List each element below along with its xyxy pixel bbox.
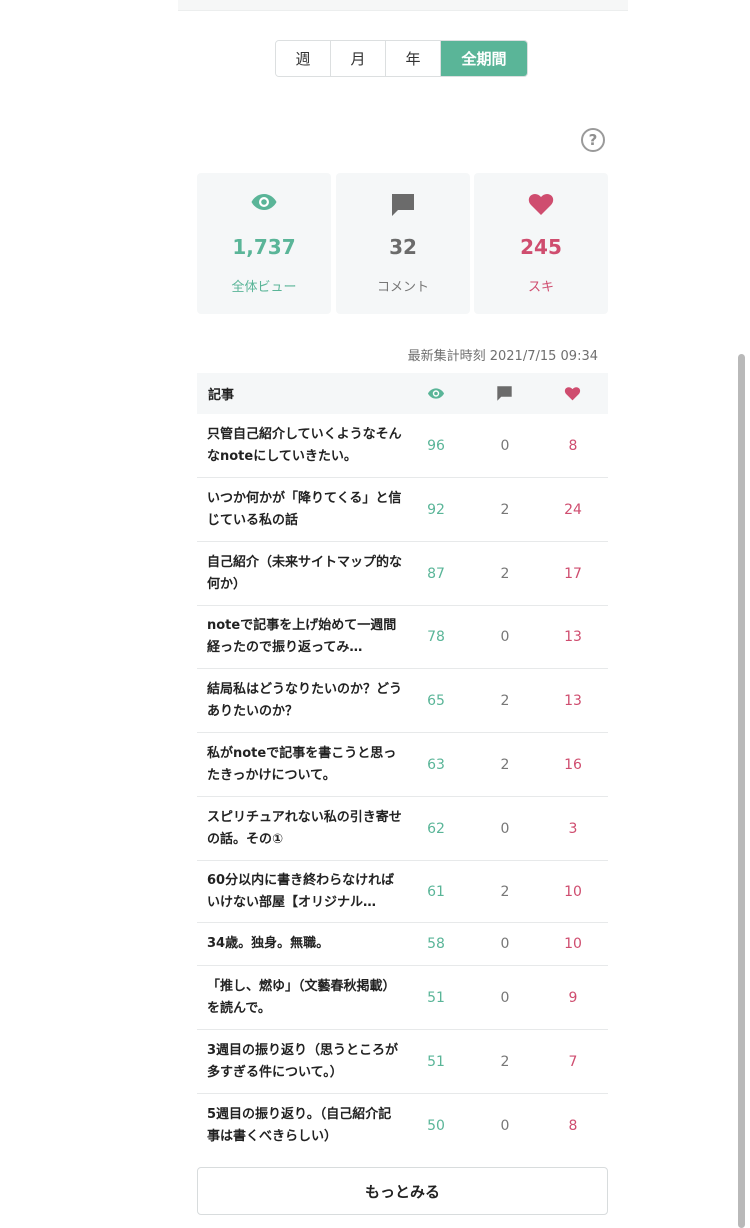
summary-stats: 1,737 全体ビュー 32 コメント 245 スキ xyxy=(197,173,608,314)
article-comments: 2 xyxy=(500,883,510,900)
article-title[interactable]: 私がnoteで記事を書こうと思ったきっかけについて。 xyxy=(207,743,402,787)
article-likes: 10 xyxy=(564,883,582,900)
table-row[interactable]: noteで記事を上げ始めて一週間経ったので振り返ってみ… 78 0 13 xyxy=(197,606,608,669)
article-likes: 24 xyxy=(564,501,582,518)
period-tabs: 週 月 年 全期間 xyxy=(275,40,528,77)
article-likes: 9 xyxy=(568,989,578,1006)
table-row[interactable]: 5週目の振り返り。（自己紹介記事は書くべきらしい） 50 0 8 xyxy=(197,1094,608,1157)
comments-total: 32 xyxy=(389,235,417,259)
article-views: 78 xyxy=(427,629,445,645)
article-title[interactable]: 結局私はどうなりたいのか？どうありたいのか？ xyxy=(207,679,402,723)
article-comments: 2 xyxy=(500,501,510,518)
table-row[interactable]: 「推し、燃ゆ」（文藝春秋掲載）を読んで。 51 0 9 xyxy=(197,966,608,1030)
top-panel-edge xyxy=(178,0,628,11)
article-title[interactable]: 3週目の振り返り（思うところが多すぎる件について。） xyxy=(207,1040,402,1084)
heart-icon xyxy=(528,193,554,215)
article-likes: 13 xyxy=(564,629,582,645)
article-comments: 0 xyxy=(500,936,510,952)
article-comments: 2 xyxy=(500,1053,510,1070)
article-views: 61 xyxy=(427,883,445,900)
tab-all-time[interactable]: 全期間 xyxy=(441,41,527,76)
likes-total: 245 xyxy=(520,235,562,259)
table-row[interactable]: 34歳。独身。無職。 58 0 10 xyxy=(197,923,608,966)
article-title[interactable]: スピリチュアれない私の引き寄せの話。その① xyxy=(207,807,402,851)
article-comments: 0 xyxy=(500,820,510,837)
article-comments: 2 xyxy=(500,756,510,773)
article-views: 62 xyxy=(427,820,445,837)
table-row[interactable]: 結局私はどうなりたいのか？どうありたいのか？ 65 2 13 xyxy=(197,669,608,733)
article-comments: 2 xyxy=(500,692,510,709)
scrollbar[interactable] xyxy=(738,354,745,1228)
article-views: 51 xyxy=(427,1053,445,1070)
comments-summary: 32 コメント xyxy=(336,173,470,314)
article-likes: 3 xyxy=(568,820,578,837)
table-row[interactable]: スピリチュアれない私の引き寄せの話。その① 62 0 3 xyxy=(197,797,608,861)
article-comments: 2 xyxy=(500,565,510,582)
article-title[interactable]: 「推し、燃ゆ」（文藝春秋掲載）を読んで。 xyxy=(207,976,402,1020)
article-likes: 7 xyxy=(568,1053,578,1070)
views-summary: 1,737 全体ビュー xyxy=(197,173,331,314)
article-likes: 16 xyxy=(564,756,582,773)
article-title[interactable]: 自己紹介（未来サイトマップ的な何か） xyxy=(207,552,402,596)
tab-week[interactable]: 週 xyxy=(276,41,331,76)
article-title[interactable]: 5週目の振り返り。（自己紹介記事は書くべきらしい） xyxy=(207,1104,402,1148)
table-row[interactable]: 只管自己紹介していくようなそんなnoteにしていきたい。 96 0 8 xyxy=(197,414,608,478)
article-views: 92 xyxy=(427,501,445,518)
last-updated: 最新集計時刻 2021/7/15 09:34 xyxy=(407,349,598,364)
article-title[interactable]: 60分以内に書き終わらなければいけない部屋【オリジナル… xyxy=(207,870,402,914)
heart-icon xyxy=(564,387,581,401)
article-views: 63 xyxy=(427,756,445,773)
article-likes: 8 xyxy=(568,1117,578,1134)
question-circle-icon[interactable]: ? xyxy=(581,128,605,152)
article-likes: 13 xyxy=(564,692,582,709)
article-title[interactable]: いつか何かが「降りてくる」と信じている私の話 xyxy=(207,488,402,532)
table-header: 記事 xyxy=(197,373,608,414)
article-views: 50 xyxy=(427,1117,445,1134)
likes-label: スキ xyxy=(527,280,554,295)
table-row[interactable]: 自己紹介（未来サイトマップ的な何か） 87 2 17 xyxy=(197,542,608,606)
comment-icon xyxy=(392,194,414,216)
eye-icon xyxy=(427,388,445,399)
article-likes: 10 xyxy=(564,936,582,952)
column-title-article: 記事 xyxy=(208,388,235,403)
article-views: 96 xyxy=(427,437,445,454)
article-views: 58 xyxy=(427,936,445,952)
table-row[interactable]: 3週目の振り返り（思うところが多すぎる件について。） 51 2 7 xyxy=(197,1030,608,1094)
table-row[interactable]: 60分以内に書き終わらなければいけない部屋【オリジナル… 61 2 10 xyxy=(197,861,608,923)
article-comments: 0 xyxy=(500,629,510,645)
article-comments: 0 xyxy=(500,1117,510,1134)
likes-summary: 245 スキ xyxy=(474,173,608,314)
views-total: 1,737 xyxy=(232,235,296,259)
views-label: 全体ビュー xyxy=(231,280,297,295)
article-title[interactable]: 34歳。独身。無職。 xyxy=(207,933,402,955)
article-comments: 0 xyxy=(500,437,510,454)
article-stats-table: 記事 只管自己紹介していくようなそんなnoteにしていきたい。 96 0 8 い… xyxy=(197,373,608,1157)
eye-icon xyxy=(251,194,277,210)
article-views: 87 xyxy=(427,565,445,582)
article-views: 51 xyxy=(427,989,445,1006)
tab-month[interactable]: 月 xyxy=(331,41,386,76)
table-row[interactable]: いつか何かが「降りてくる」と信じている私の話 92 2 24 xyxy=(197,478,608,542)
article-comments: 0 xyxy=(500,989,510,1006)
article-title[interactable]: noteで記事を上げ始めて一週間経ったので振り返ってみ… xyxy=(207,615,402,659)
see-more-button[interactable]: もっとみる xyxy=(197,1167,608,1215)
comment-icon xyxy=(497,386,512,401)
article-title[interactable]: 只管自己紹介していくようなそんなnoteにしていきたい。 xyxy=(207,424,402,468)
article-likes: 17 xyxy=(564,565,582,582)
comments-label: コメント xyxy=(376,280,429,295)
tab-year[interactable]: 年 xyxy=(386,41,441,76)
article-views: 65 xyxy=(427,692,445,709)
article-likes: 8 xyxy=(568,437,578,454)
table-row[interactable]: 私がnoteで記事を書こうと思ったきっかけについて。 63 2 16 xyxy=(197,733,608,797)
